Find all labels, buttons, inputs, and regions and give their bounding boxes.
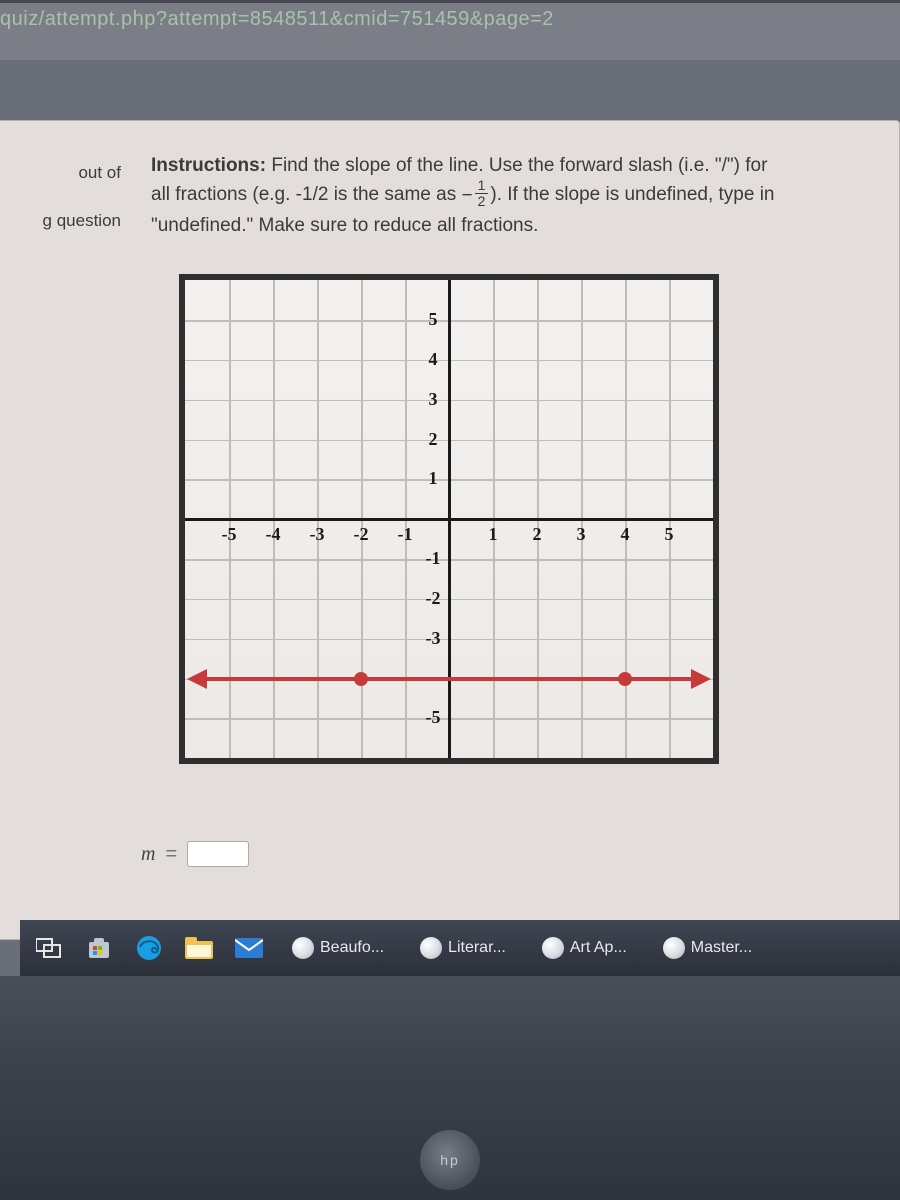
url-text: quiz/attempt.php?attempt=8548511&cmid=75…	[0, 8, 554, 31]
mail-icon[interactable]	[234, 933, 264, 963]
taskbar-label: Literar...	[448, 939, 506, 957]
mark-out-of: out of	[0, 161, 121, 185]
slope-input[interactable]	[187, 841, 249, 867]
chrome-icon	[420, 937, 442, 959]
taskbar-item-beaufo[interactable]: Beaufo...	[284, 933, 392, 963]
taskbar-label: Art Ap...	[570, 939, 627, 957]
taskbar-label: Master...	[691, 939, 752, 957]
laptop-body: hp	[0, 976, 900, 1200]
file-explorer-icon[interactable]	[184, 933, 214, 963]
taskbar-item-art-ap[interactable]: Art Ap...	[534, 933, 635, 963]
taskbar-item-master[interactable]: Master...	[655, 933, 760, 963]
url-bar: quiz/attempt.php?attempt=8548511&cmid=75…	[0, 0, 900, 60]
taskbar-label: Beaufo...	[320, 939, 384, 957]
instructions-fraction: −12	[461, 185, 490, 206]
taskbar: Beaufo... Literar... Art Ap... Master...	[20, 920, 900, 976]
slope-var: m	[141, 843, 155, 866]
question-body: Instructions: Find the slope of the line…	[151, 151, 791, 764]
edge-icon[interactable]	[134, 933, 164, 963]
chrome-icon	[663, 937, 685, 959]
answer-row: m =	[141, 841, 249, 867]
microsoft-store-icon[interactable]	[84, 933, 114, 963]
taskbar-item-literar[interactable]: Literar...	[412, 933, 514, 963]
quiz-card: out of g question Instructions: Find the…	[0, 120, 900, 940]
task-view-icon[interactable]	[34, 933, 64, 963]
instructions-label: Instructions:	[151, 155, 266, 176]
equals-sign: =	[165, 843, 177, 866]
flag-question-link[interactable]: g question	[0, 209, 121, 233]
chrome-icon	[292, 937, 314, 959]
question-meta: out of g question	[0, 161, 121, 257]
coordinate-grid: -5-4-3-2-11234554321-1-2-3-5	[179, 274, 719, 764]
hp-logo: hp	[420, 1130, 480, 1190]
chrome-icon	[542, 937, 564, 959]
